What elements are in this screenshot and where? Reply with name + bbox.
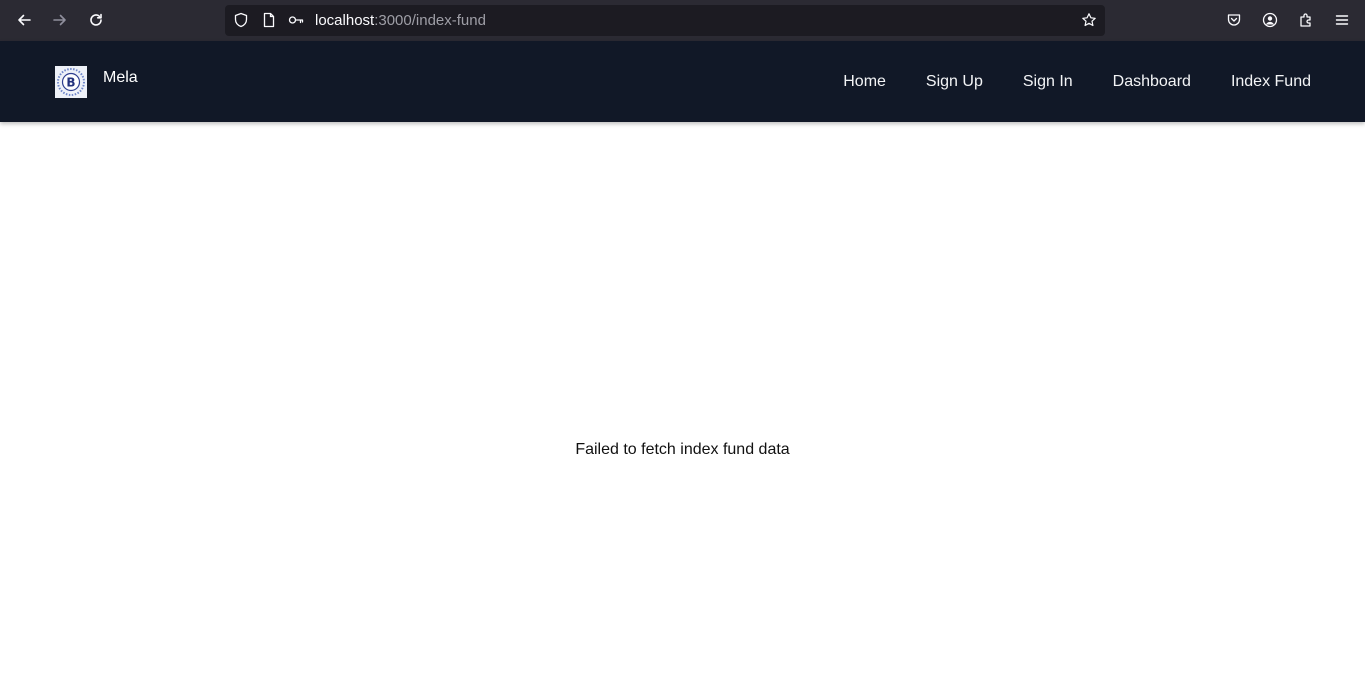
back-button[interactable]	[10, 6, 38, 34]
pocket-icon	[1227, 14, 1241, 26]
error-message: Failed to fetch index fund data	[575, 441, 790, 458]
extensions-button[interactable]	[1292, 6, 1320, 34]
nav-dashboard[interactable]: Dashboard	[1113, 72, 1191, 92]
forward-button[interactable]	[46, 6, 74, 34]
nav-sign-up[interactable]: Sign Up	[926, 72, 983, 92]
pocket-button[interactable]	[1220, 6, 1248, 34]
reload-icon	[90, 13, 102, 26]
url-bar[interactable]: localhost:3000/index-fund	[225, 5, 1105, 36]
logo-letter: B	[66, 76, 75, 90]
account-button[interactable]	[1256, 6, 1284, 34]
extensions-icon	[1300, 13, 1311, 27]
reload-button[interactable]	[82, 6, 110, 34]
shield-icon[interactable]	[233, 12, 249, 28]
brand-logo[interactable]: B	[55, 66, 87, 98]
nav-index-fund[interactable]: Index Fund	[1231, 72, 1311, 92]
main-nav: Home Sign Up Sign In Dashboard Index Fun…	[843, 72, 1311, 92]
forward-icon	[53, 14, 66, 26]
brand-name[interactable]: Mela	[103, 68, 138, 88]
main-content: Failed to fetch index fund data	[0, 122, 1365, 697]
back-icon	[18, 14, 31, 26]
url-host: localhost	[315, 12, 375, 29]
page-icon[interactable]	[261, 12, 277, 28]
url-text[interactable]: localhost:3000/index-fund	[315, 12, 486, 30]
menu-icon	[1335, 15, 1349, 25]
nav-home[interactable]: Home	[843, 72, 886, 92]
key-icon[interactable]	[288, 12, 304, 28]
browser-toolbar: localhost:3000/index-fund	[0, 0, 1365, 41]
nav-sign-in[interactable]: Sign In	[1023, 72, 1073, 92]
menu-button[interactable]	[1328, 6, 1356, 34]
account-icon	[1262, 12, 1278, 28]
url-path: :3000/index-fund	[374, 12, 486, 29]
star-icon[interactable]	[1081, 12, 1097, 28]
site-header: B Mela Home Sign Up Sign In Dashboard In…	[0, 41, 1365, 122]
bitcoin-logo-icon: B	[57, 68, 85, 96]
